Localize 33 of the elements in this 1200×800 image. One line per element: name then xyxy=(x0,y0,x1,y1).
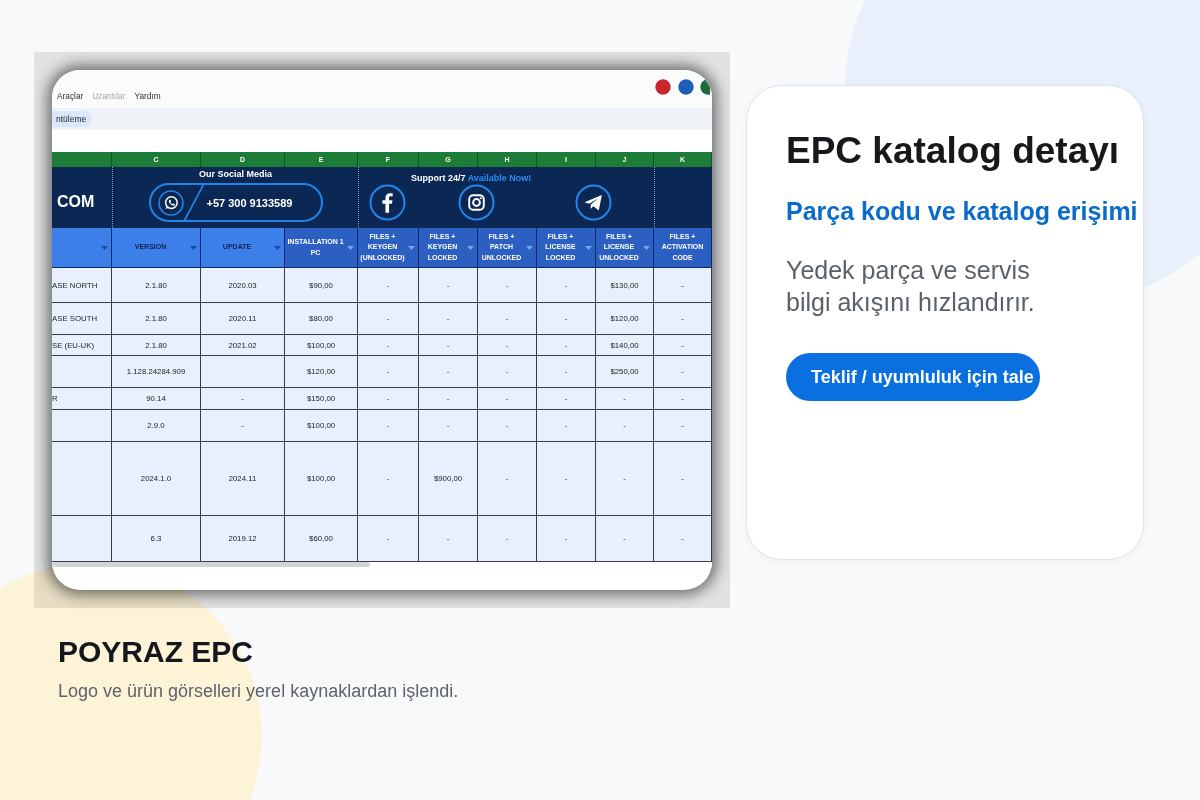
brand-text: COM xyxy=(57,193,95,211)
caret-icon[interactable] xyxy=(274,245,281,250)
phone-number: +57 300 9133589 xyxy=(206,195,293,210)
card-title: EPC katalog detayı xyxy=(786,129,1120,173)
table-cell xyxy=(52,410,112,442)
camera-icon[interactable] xyxy=(458,184,495,221)
table-cell xyxy=(52,356,112,388)
quote-request-button[interactable]: Teklif / uyumluluk için tale xyxy=(786,353,1040,401)
caption-text: Logo ve ürün görselleri yerel kaynaklardan işlendi. xyxy=(58,680,459,703)
caret-icon[interactable] xyxy=(526,245,533,250)
paper-plane-icon[interactable] xyxy=(575,184,612,221)
avatar-icon[interactable] xyxy=(676,78,695,96)
chat-phone-icon xyxy=(157,189,184,216)
avatar-icon[interactable] xyxy=(654,78,672,96)
caret-icon[interactable] xyxy=(101,245,108,250)
product-name: POYRAZ EPC xyxy=(58,634,254,670)
caret-icon[interactable] xyxy=(347,245,354,250)
caret-icon[interactable] xyxy=(190,245,197,250)
caret-icon[interactable] xyxy=(408,245,415,250)
caret-icon[interactable] xyxy=(585,245,592,250)
facebook-icon[interactable] xyxy=(369,184,406,221)
card-subtitle: Parça kodu ve katalog erişimi xyxy=(786,196,1138,226)
menu-item[interactable]: Yardım xyxy=(134,92,161,101)
banner-heading: Our Social Media xyxy=(199,168,272,181)
caret-icon[interactable] xyxy=(467,245,474,250)
caret-icon[interactable] xyxy=(643,245,650,250)
view-tab[interactable]: ntüleme xyxy=(52,111,93,127)
phone-badge[interactable]: +57 300 9133589 xyxy=(148,183,323,222)
banner-heading: Support 24/7 Available Now! xyxy=(411,172,532,185)
menu-item[interactable]: Araçlar xyxy=(57,92,84,101)
avatar-icon[interactable] xyxy=(699,78,710,96)
horizontal-scrollbar[interactable] xyxy=(52,562,370,567)
card-description: Yedek parça ve servis bilgi akışını hızlandırır. xyxy=(786,255,1036,318)
